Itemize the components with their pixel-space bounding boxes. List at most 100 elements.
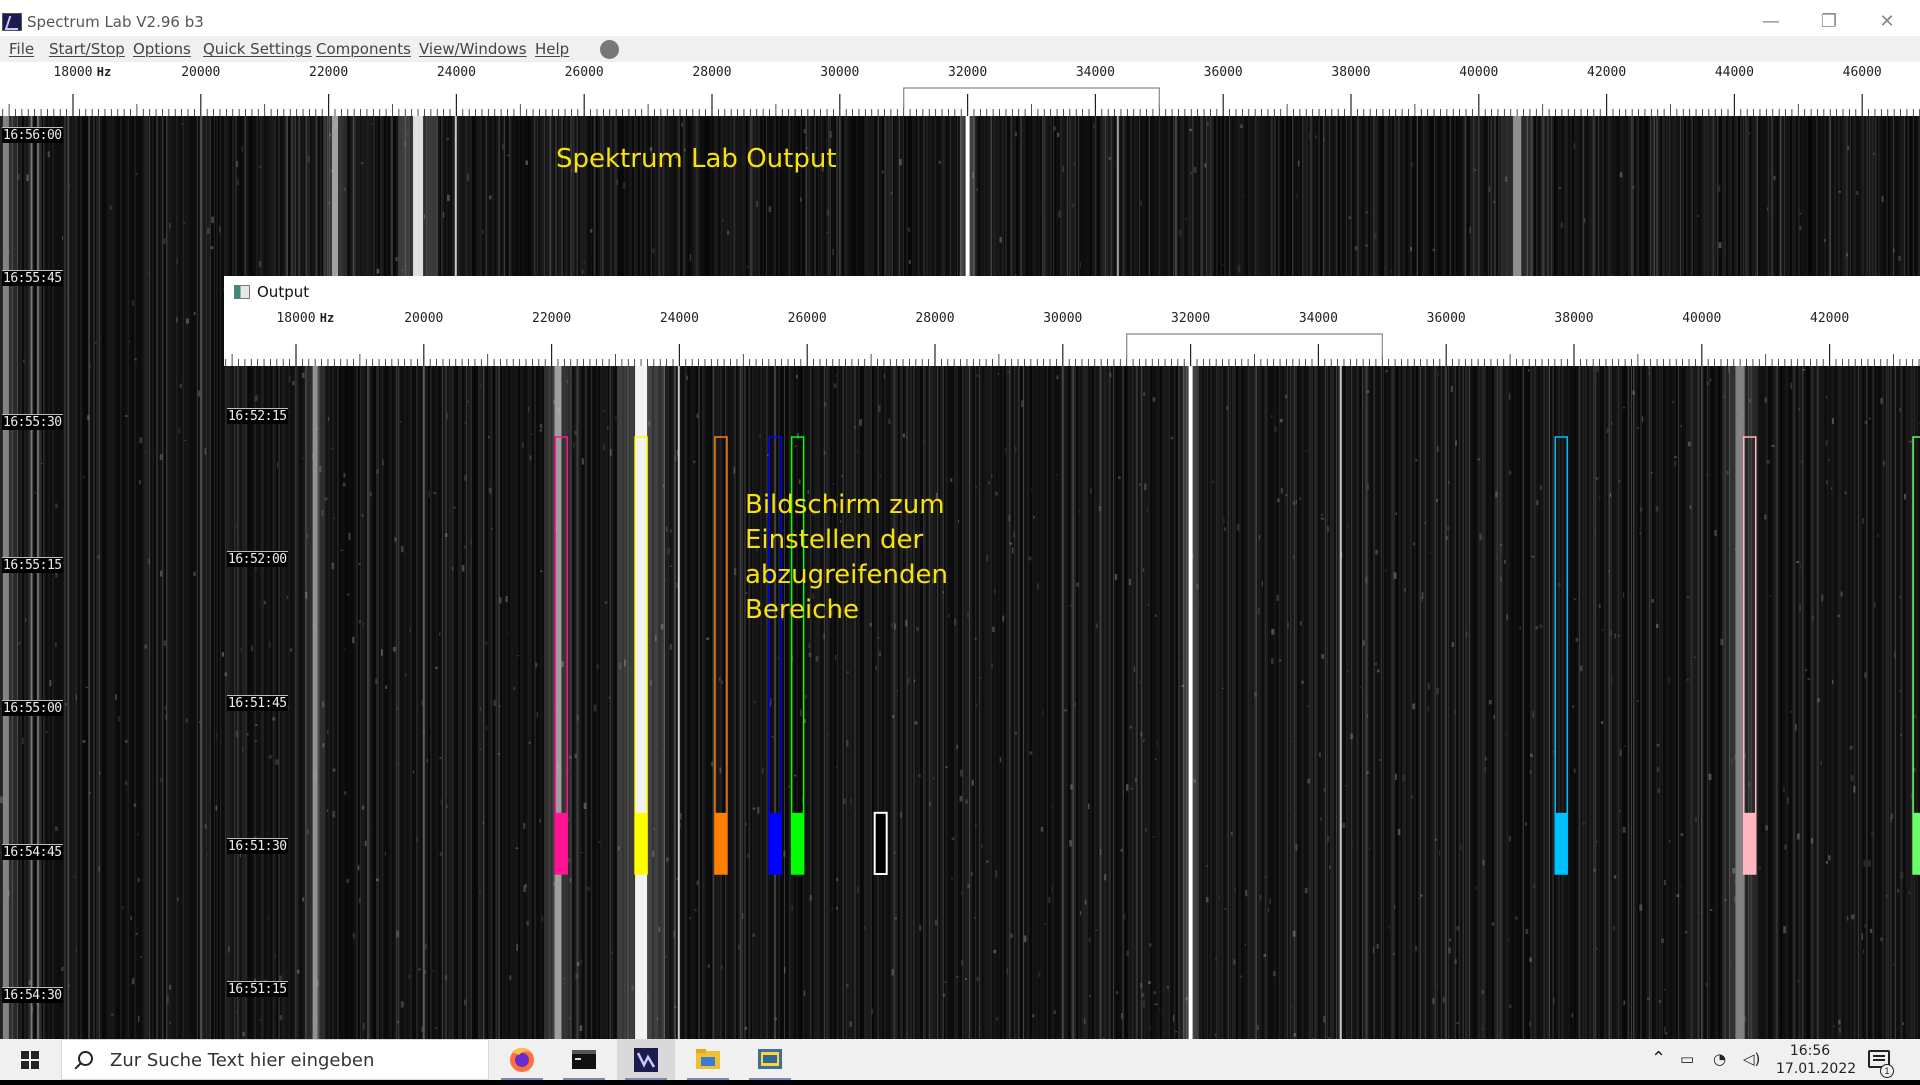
- scale-tick-label: 38000: [1554, 311, 1593, 326]
- menu-file[interactable]: File: [9, 40, 34, 58]
- scale-tick-label: 22000: [532, 311, 571, 326]
- status-indicator-icon[interactable]: [600, 40, 619, 59]
- app-icon: [2, 13, 22, 31]
- output-time-label: 16:51:15: [227, 981, 288, 997]
- scale-tick-label: 22000: [309, 65, 348, 80]
- signal-trace: [423, 366, 425, 1039]
- taskbar-firefox[interactable]: [493, 1039, 551, 1080]
- annotation-line: Einstellen der: [745, 523, 948, 558]
- scale-tick-label: 28000: [692, 65, 731, 80]
- python-icon: [741, 1039, 799, 1080]
- network-icon[interactable]: ◔: [1713, 1050, 1726, 1068]
- tray-chevron-up-icon[interactable]: ⌃: [1651, 1048, 1666, 1069]
- windows-logo-icon: [0, 1039, 60, 1080]
- signal-trace: [0, 116, 18, 1039]
- scale-tick-label: 40000: [1459, 65, 1498, 80]
- time-label: 16:55:45: [2, 270, 63, 286]
- scale-tick-label: 42000: [1587, 65, 1626, 80]
- annotation-line: abzugreifenden: [745, 558, 948, 593]
- time-label: 16:55:30: [2, 414, 63, 430]
- clock-time[interactable]: 16:56: [1776, 1043, 1844, 1059]
- band-marker-level: [555, 813, 567, 874]
- output-time-label: 16:51:30: [227, 838, 288, 854]
- menu-view-windows[interactable]: View/Windows: [419, 40, 527, 58]
- folder-icon: [679, 1039, 737, 1080]
- scale-tick-label: 32000: [1171, 311, 1210, 326]
- output-window-title-bar[interactable]: Output: [224, 276, 1920, 308]
- scale-unit-label: Hz: [320, 311, 334, 325]
- notification-badge: 1: [1880, 1064, 1894, 1078]
- band-marker-level: [769, 813, 781, 874]
- menu-help[interactable]: Help: [535, 40, 569, 58]
- start-button[interactable]: [0, 1039, 60, 1080]
- terminal-icon: [555, 1039, 613, 1080]
- band-marker-level: [1555, 813, 1567, 874]
- scale-tick-label: 30000: [1043, 311, 1082, 326]
- scale-tick-label: 44000: [1715, 65, 1754, 80]
- window-title: Spectrum Lab V2.96 b3: [27, 13, 204, 31]
- annotation-line: Bereiche: [745, 593, 948, 628]
- scale-tick-label: 32000: [948, 65, 987, 80]
- scale-tick-label: 38000: [1331, 65, 1370, 80]
- scale-tick-label: 20000: [181, 65, 220, 80]
- signal-trace: [30, 116, 32, 1039]
- annotation-line: Bildschirm zum: [745, 488, 948, 523]
- scale-tick-label: 36000: [1427, 311, 1466, 326]
- battery-icon[interactable]: ▭: [1680, 1050, 1694, 1068]
- output-waterfall[interactable]: [224, 366, 1920, 1039]
- volume-icon[interactable]: ◁): [1743, 1050, 1760, 1068]
- search-icon: [78, 1051, 93, 1066]
- time-label: 16:55:00: [2, 700, 63, 716]
- scale-tick-label: 36000: [1204, 65, 1243, 80]
- scale-tick-label: 34000: [1299, 311, 1338, 326]
- search-box[interactable]: Zur Suche Text hier eingeben: [61, 1039, 489, 1080]
- signal-trace: [3, 116, 9, 1039]
- output-window-title: Output: [257, 283, 309, 301]
- signal-trace: [1189, 366, 1193, 1039]
- main-annotation: Spektrum Lab Output: [556, 144, 837, 174]
- firefox-icon: [493, 1039, 551, 1080]
- menu-start-stop[interactable]: Start/Stop: [49, 40, 125, 58]
- band-marker[interactable]: [875, 813, 887, 874]
- band-marker-level: [792, 813, 804, 874]
- signal-trace: [678, 366, 680, 1039]
- output-time-label: 16:52:15: [227, 408, 288, 424]
- time-label: 16:54:45: [2, 844, 63, 860]
- scale-tick-label: 24000: [437, 65, 476, 80]
- signal-trace: [1445, 366, 1447, 1039]
- signal-trace: [1701, 366, 1702, 1039]
- menu-components[interactable]: Components: [316, 40, 411, 58]
- taskbar-file-explorer[interactable]: [679, 1039, 737, 1080]
- scale-tick-label: 26000: [565, 65, 604, 80]
- output-time-label: 16:51:45: [227, 695, 288, 711]
- output-frequency-scale[interactable]: 18000Hz200002200024000260002800030000320…: [224, 308, 1920, 366]
- taskbar-terminal[interactable]: [555, 1039, 613, 1080]
- scale-tick-label: 24000: [660, 311, 699, 326]
- band-marker-level: [715, 813, 727, 874]
- frequency-scale[interactable]: 18000Hz200002200024000260002800030000320…: [0, 62, 1920, 116]
- scale-tick-label: 28000: [915, 311, 954, 326]
- signal-trace: [398, 366, 399, 1039]
- search-placeholder: Zur Suche Text hier eingeben: [110, 1050, 374, 1071]
- menu-quick-settings[interactable]: Quick Settings: [203, 40, 312, 58]
- band-marker-level: [635, 813, 647, 874]
- signal-trace: [37, 116, 39, 1039]
- menu-options[interactable]: Options: [133, 40, 191, 58]
- signal-trace: [200, 116, 202, 1039]
- scale-tick-label: 34000: [1076, 65, 1115, 80]
- taskbar: Zur Suche Text hier eingeben ⌃ ▭ ◔ ◁) 16…: [0, 1039, 1920, 1080]
- scale-unit-label: Hz: [97, 65, 111, 79]
- clock-date[interactable]: 17.01.2022: [1776, 1061, 1844, 1077]
- scale-tick-label: 42000: [1810, 311, 1849, 326]
- menu-bar: File Start/Stop Options Quick Settings C…: [0, 36, 1920, 62]
- scale-tick-label: 18000: [276, 311, 315, 326]
- signal-trace: [635, 366, 647, 1039]
- time-label: 16:54:30: [2, 987, 63, 1003]
- output-time-label: 16:52:00: [227, 551, 288, 567]
- band-marker-level: [875, 813, 887, 874]
- output-window-icon: [234, 285, 250, 299]
- taskbar-spectrum-lab[interactable]: [617, 1039, 675, 1080]
- scale-tick-label: 18000: [53, 65, 92, 80]
- taskbar-python[interactable]: [741, 1039, 799, 1080]
- signal-trace: [1340, 366, 1342, 1039]
